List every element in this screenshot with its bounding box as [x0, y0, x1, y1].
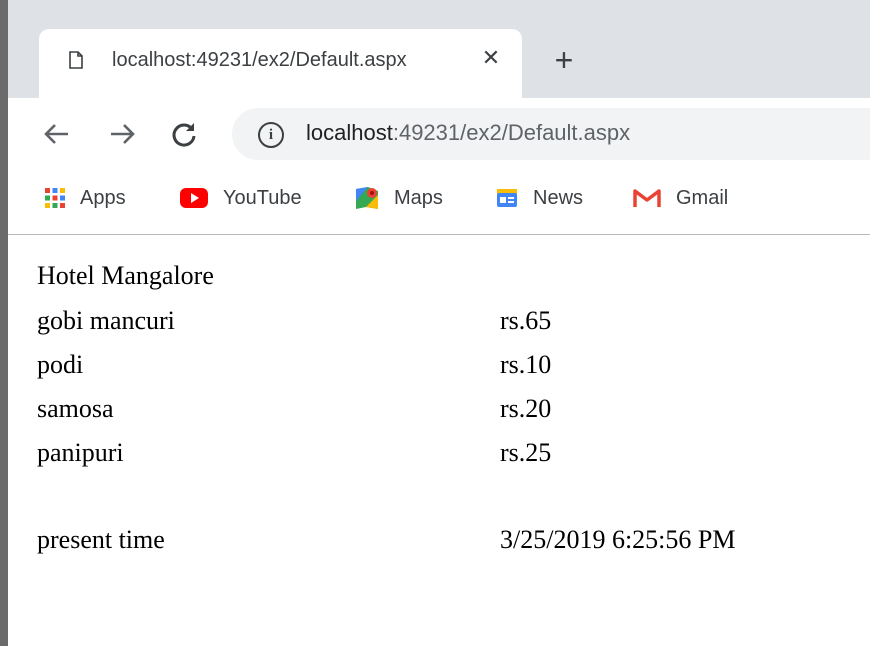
menu-item-price: rs.20 — [500, 394, 552, 423]
maps-icon — [356, 187, 378, 209]
new-tab-button[interactable]: + — [549, 44, 579, 76]
bookmark-gmail[interactable]: Gmail — [632, 185, 728, 211]
browser-window: localhost:49231/ex2/Default.aspx ✕ + i l… — [0, 0, 870, 646]
bookmarks-bar: Apps YouTube Maps News Gmail — [8, 170, 870, 235]
url-host: localhost — [306, 120, 393, 145]
forward-button[interactable] — [106, 118, 138, 150]
bookmark-maps[interactable]: Maps — [354, 185, 443, 211]
gmail-icon — [633, 189, 661, 207]
present-time-label: present time — [37, 525, 165, 554]
window-border — [0, 0, 8, 646]
close-icon[interactable]: ✕ — [479, 46, 503, 70]
reload-icon — [172, 123, 196, 147]
bookmark-label: YouTube — [223, 186, 302, 209]
bookmark-youtube[interactable]: YouTube — [179, 185, 302, 211]
bookmark-news[interactable]: News — [495, 185, 583, 211]
menu-item-name: gobi mancuri — [37, 306, 175, 335]
bookmark-label: Gmail — [676, 186, 729, 209]
page-content: Hotel Mangalore gobi mancuri rs.65 podi … — [8, 235, 870, 646]
url-text: localhost:49231/ex2/Default.aspx — [306, 120, 630, 146]
tab-title: localhost:49231/ex2/Default.aspx — [112, 49, 407, 71]
browser-tab[interactable]: localhost:49231/ex2/Default.aspx ✕ — [39, 29, 522, 98]
apps-grid-icon — [45, 188, 65, 208]
url-path: :49231/ex2/Default.aspx — [392, 120, 631, 145]
info-icon[interactable]: i — [258, 122, 284, 148]
menu-item-name: samosa — [37, 394, 114, 423]
bookmark-label: Maps — [394, 186, 443, 209]
back-button[interactable] — [41, 118, 73, 150]
menu-item-price: rs.25 — [500, 438, 552, 467]
present-time-value: 3/25/2019 6:25:56 PM — [500, 525, 736, 554]
arrow-left-icon — [44, 124, 68, 144]
browser-toolbar: i localhost:49231/ex2/Default.aspx — [8, 98, 870, 170]
menu-item-price: rs.65 — [500, 306, 552, 335]
youtube-icon — [180, 188, 208, 208]
bookmark-label: Apps — [80, 186, 126, 209]
menu-item-name: panipuri — [37, 438, 124, 467]
hotel-title: Hotel Mangalore — [37, 261, 214, 290]
address-bar[interactable]: i localhost:49231/ex2/Default.aspx — [232, 108, 870, 160]
news-icon — [497, 189, 517, 207]
bookmark-label: News — [533, 186, 584, 209]
arrow-right-icon — [111, 124, 135, 144]
menu-item-price: rs.10 — [500, 350, 552, 379]
tab-strip: localhost:49231/ex2/Default.aspx ✕ + — [8, 0, 870, 98]
menu-item-name: podi — [37, 350, 84, 379]
bookmark-apps[interactable]: Apps — [44, 185, 126, 211]
reload-button[interactable] — [168, 118, 200, 150]
page-icon — [69, 51, 83, 69]
